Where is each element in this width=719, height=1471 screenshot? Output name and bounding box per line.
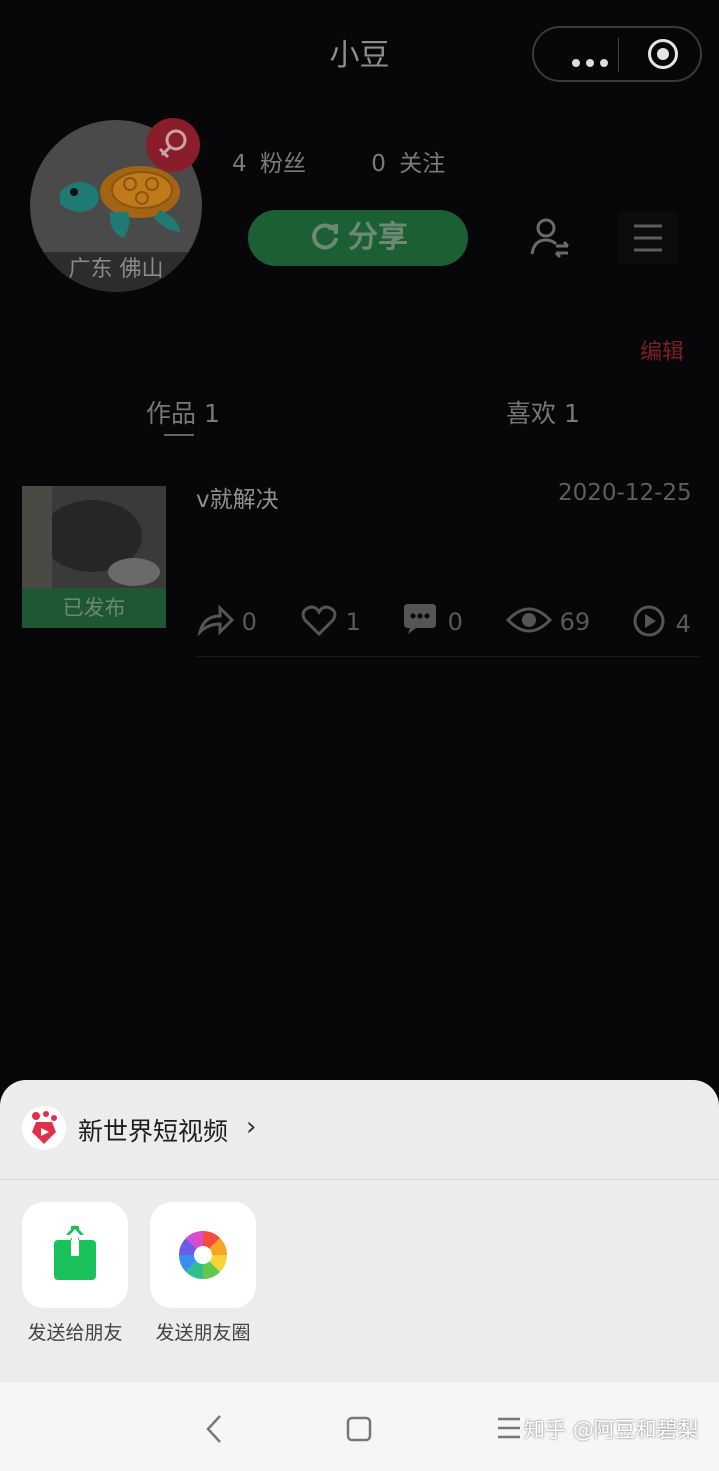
home-icon[interactable] [346,1416,374,1442]
back-icon[interactable] [204,1414,224,1444]
views-count: 69 [559,608,591,636]
send-to-moments-label: 发送朋友圈 [155,1322,251,1344]
capsule-divider [618,38,619,72]
switch-account-icon[interactable] [528,216,572,260]
views-metric: 69 [505,604,591,636]
fans-label[interactable]: 粉丝 [260,151,306,177]
comment-icon [404,604,436,634]
heart-icon [301,605,337,637]
status-badge: 已发布 [22,588,166,628]
female-gender-icon [146,118,200,172]
sheet-divider [0,1179,719,1180]
mini-program-name[interactable]: 新世界短视频 [78,1112,228,1148]
send-to-moments-button[interactable] [150,1202,256,1308]
close-mini-program-icon[interactable] [648,39,678,69]
video-thumbnail[interactable]: 已发布 [22,486,166,628]
like-metric[interactable]: 1 [300,604,361,637]
video-date: 2020-12-25 [558,480,692,506]
share-button[interactable]: 分享 [248,210,468,266]
recent-apps-icon[interactable] [496,1416,522,1440]
tab-works[interactable]: 作品 1 [146,394,220,430]
tab-likes[interactable]: 喜欢 1 [506,394,580,430]
plays-count: 4 [675,610,691,638]
video-title[interactable]: v就解决 [196,480,279,514]
like-count: 1 [345,608,361,636]
comment-count: 0 [447,608,463,636]
following-label[interactable]: 关注 [399,151,445,177]
share-label: 分享 [348,220,408,255]
location-label: 广东 佛山 [30,252,202,292]
play-icon [633,605,665,637]
mini-program-logo-icon [22,1106,66,1150]
share-metric[interactable]: 0 [196,604,257,637]
refresh-share-icon [312,223,338,250]
following-count[interactable]: 0 [371,151,386,177]
chevron-right-icon[interactable]: › [246,1112,256,1142]
active-tab-indicator [164,434,194,436]
share-sheet: 新世界短视频 › 发送给朋友 发送朋友圈 [0,1080,719,1382]
eye-icon [505,607,553,633]
forward-icon [197,604,235,637]
menu-icon[interactable] [618,212,678,264]
send-to-friend-label: 发送给朋友 [27,1322,123,1344]
profile-stats: 4 粉丝 0 关注 [232,144,445,178]
moments-aperture-icon [178,1230,228,1280]
more-options-icon[interactable] [572,52,614,71]
send-to-friend-button[interactable] [22,1202,128,1308]
mini-program-capsule [532,26,702,82]
comment-metric[interactable]: 0 [402,604,463,636]
share-count: 0 [241,608,257,636]
edit-button[interactable]: 编辑 [640,334,684,366]
fans-count[interactable]: 4 [232,151,247,177]
row-divider [196,656,700,657]
share-to-friend-icon [54,1222,96,1280]
watermark: 知乎 @阿豆和碧梨 [524,1418,699,1442]
plays-metric: 4 [632,604,691,638]
